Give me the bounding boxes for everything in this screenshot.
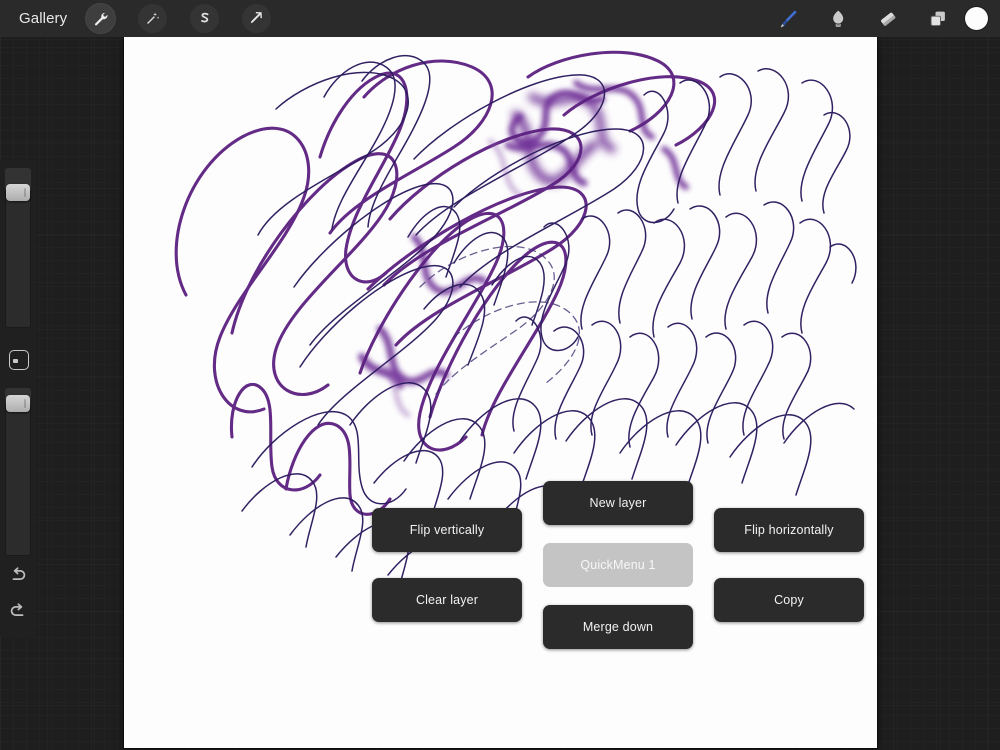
quickmenu-item-clear-layer[interactable]: Clear layer (372, 578, 522, 622)
transform-arrow-icon[interactable] (242, 4, 271, 33)
drawing-canvas[interactable] (124, 37, 877, 748)
quickmenu-item-merge-down[interactable]: Merge down (543, 605, 693, 649)
smudge-glyph (833, 10, 844, 27)
quickmenu-item-copy[interactable]: Copy (714, 578, 864, 622)
eraser-glyph (881, 12, 896, 26)
procreate-app: Gallery New layer Flip horizontally Copy… (0, 0, 1000, 750)
arrow-glyph (250, 11, 262, 24)
color-swatch[interactable] (965, 7, 988, 30)
brush-glyph (780, 9, 797, 27)
layers-icon[interactable] (922, 3, 954, 34)
wrench-glyph (94, 12, 108, 26)
adjustments-wand-icon[interactable] (138, 4, 167, 33)
modify-button[interactable] (9, 350, 29, 370)
brush-size-knob[interactable] (6, 184, 30, 201)
left-sidebar (0, 160, 36, 638)
eraser-icon[interactable] (872, 3, 904, 34)
redo-arrow-icon (10, 603, 24, 616)
smudge-icon[interactable] (822, 3, 854, 34)
quickmenu-item-flip-vertically[interactable]: Flip vertically (372, 508, 522, 552)
quickmenu-item-new-layer[interactable]: New layer (543, 481, 693, 525)
actions-wrench-icon[interactable] (86, 4, 115, 33)
magic-wand-glyph (147, 12, 160, 24)
brush-opacity-slider[interactable] (5, 388, 31, 556)
layers-glyph (930, 11, 945, 26)
brush-size-slider[interactable] (5, 168, 31, 328)
artwork-strokes (174, 50, 857, 594)
undo-button[interactable] (7, 564, 29, 586)
quickmenu-title[interactable]: QuickMenu 1 (543, 543, 693, 587)
paint-brush-icon[interactable] (772, 3, 804, 34)
gallery-button[interactable]: Gallery (14, 7, 72, 31)
selection-s-icon[interactable] (190, 4, 219, 33)
undo-arrow-icon (12, 567, 26, 580)
redo-button[interactable] (7, 600, 29, 622)
brush-opacity-knob[interactable] (6, 395, 30, 412)
s-curve-glyph (201, 12, 209, 23)
quickmenu-item-flip-horizontally[interactable]: Flip horizontally (714, 508, 864, 552)
top-toolbar: Gallery (0, 0, 1000, 37)
